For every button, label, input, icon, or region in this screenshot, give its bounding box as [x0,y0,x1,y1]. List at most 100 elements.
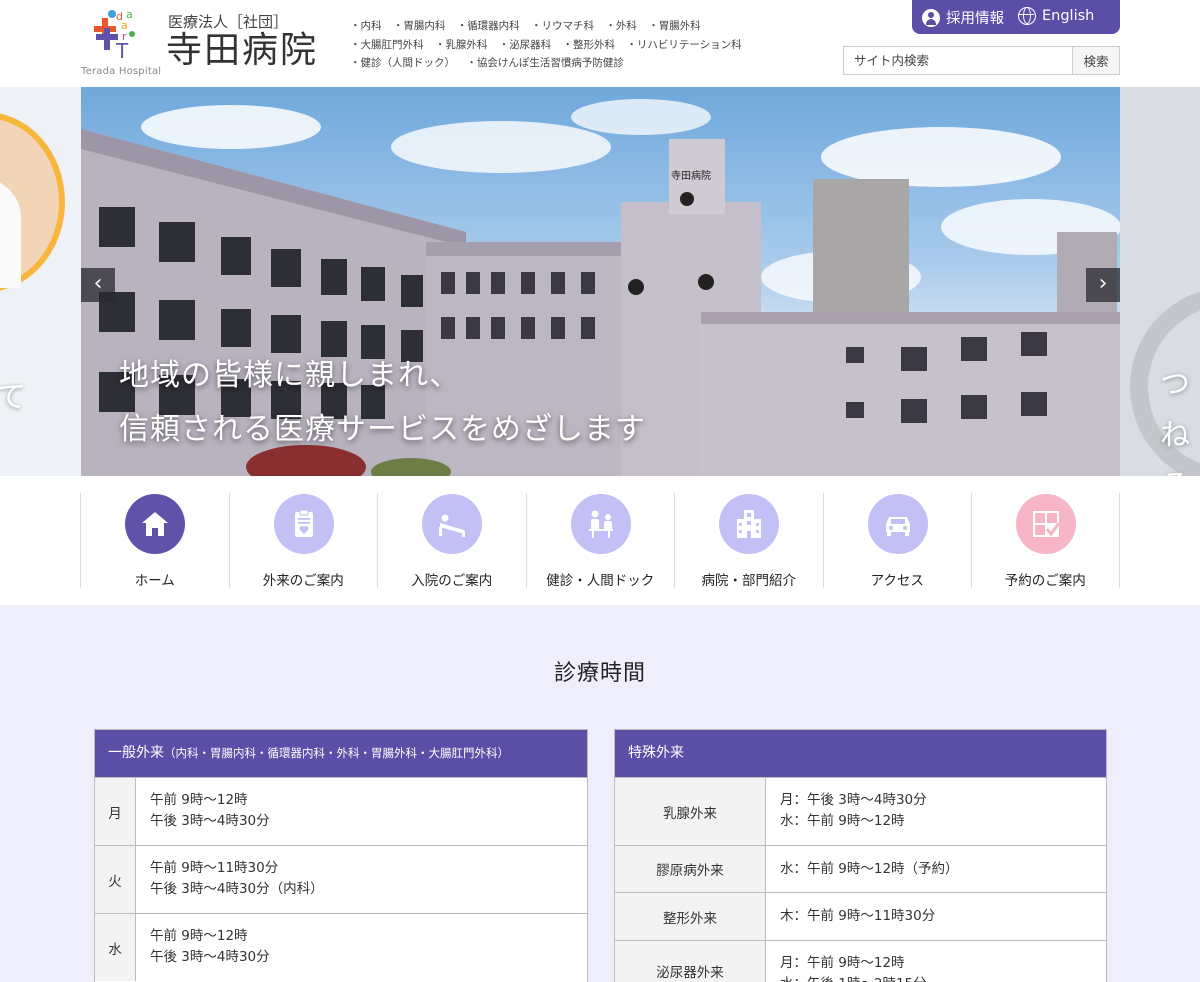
slider-prev-button[interactable]: ‹ [81,268,115,302]
special-outpatient-table: 特殊外来 乳腺外来 月：午後 3時〜4時30分 水：午前 9時〜12時 膠原病外… [614,729,1107,982]
peek-caption: て [0,380,26,415]
nav-item-departments[interactable]: 病院・部門紹介 [674,493,823,589]
hero-slider: 寺田病院 地域の皆様に親しまれ、 信頼される医療サービスをめざします ‹ › [81,87,1120,476]
time-line: 午前 9時〜12時 [150,792,248,808]
section-title: 診療時間 [553,661,646,686]
time-line: 午後 3時〜4時30分 [150,813,270,829]
home-icon [125,494,185,554]
department-row: 健診（人間ドック） 協会けんぽ生活習慣病予防健診 [350,54,750,73]
previous-slide-peek[interactable]: て [0,87,81,476]
dept-link[interactable]: 外科 [605,17,637,36]
time-line: 水：午前 9時〜12時 [780,813,905,829]
dept-link[interactable]: 循環器内科 [457,17,520,36]
nav-label: 外来のご案内 [262,573,344,589]
recruit-label: 採用情報 [946,11,1004,27]
nav-label: アクセス [870,573,924,589]
peek-caption: つね その [1160,359,1200,476]
time-line: 午後 3時〜4時30分（内科） [150,881,324,897]
search-button[interactable]: 検索 [1072,47,1119,74]
nav-item-checkup[interactable]: 健診・人間ドック [525,493,675,589]
staff-photo [0,112,65,292]
time-cell: 午前 9時〜12時 午後 3時〜4時30分 [136,778,284,845]
dept-link[interactable]: 胃腸外科 [648,17,701,36]
nav-item-access[interactable]: アクセス [822,493,972,589]
time-line: 月：午後 3時〜4時30分 [780,792,927,808]
peek-caption-line: つね [1160,367,1190,453]
time-cell: 月：午後 3時〜4時30分 水：午前 9時〜12時 [766,778,941,845]
nav-label: 入院のご案内 [411,573,493,589]
table-row: 水 午前 9時〜12時 午後 3時〜4時30分 [95,913,587,981]
nav-label: 病院・部門紹介 [701,573,797,589]
nav-label: ホーム [134,573,175,589]
table-row: 乳腺外来 月：午後 3時〜4時30分 水：午前 9時〜12時 [615,777,1106,845]
table-row: 整形外来 木：午前 9時〜11時30分 [615,892,1106,940]
table-header: 一般外来（内科・胃腸内科・循環器内科・外科・胃腸外科・大腸肛門外科） [95,730,587,777]
car-icon [867,494,928,554]
nav-item-inpatient[interactable]: 入院のご案内 [377,493,526,589]
search-input[interactable] [844,47,1072,74]
table-header: 特殊外来 [615,730,1106,777]
site-search: 検索 [843,46,1120,75]
dept-link[interactable]: 胃腸内科 [393,17,445,36]
time-line: 木：午前 9時〜11時30分 [780,908,936,924]
time-cell: 午前 9時〜11時30分 午後 3時〜4時30分（内科） [136,846,338,913]
english-link[interactable]: English [1018,7,1094,25]
slider-next-button[interactable]: › [1086,268,1120,302]
day-cell: 月 [95,778,136,845]
logo-english-name: Terada Hospital [81,66,162,77]
logo-subtitle: 医療法人［社団］ [168,13,289,31]
clinic-name-cell: 乳腺外来 [615,778,766,845]
dept-link[interactable]: リハビリテーション科 [626,36,742,55]
hospital-logo-icon[interactable]: d a a r T [90,8,150,66]
clinic-name-cell: 整形外来 [615,893,766,940]
clinic-name-cell: 膠原病外来 [615,846,766,892]
nav-item-reservation[interactable]: 予約のご案内 [971,493,1120,589]
hospital-building-icon [719,494,779,554]
dept-link[interactable]: 健診（人間ドック） [350,54,456,73]
department-list: 内科 胃腸内科 循環器内科 リウマチ科 外科 胃腸外科 大腸肛門外科 乳腺外科 … [350,17,750,73]
doctor-consult-icon [570,494,631,554]
dept-link[interactable]: 乳腺外科 [435,36,487,55]
time-line: 月：午前 9時〜12時 [780,955,905,971]
table-row: 膠原病外来 水：午前 9時〜12時（予約） [615,845,1106,892]
table-header-title: 特殊外来 [628,745,684,761]
bed-patient-icon [422,494,482,554]
table-header-title: 一般外来 [108,745,164,761]
time-cell: 月：午前 9時〜12時 水：午後 1時〜2時15分 [766,941,941,982]
dept-link[interactable]: 内科 [350,17,382,36]
hospital-name[interactable]: 寺田病院 [166,31,318,71]
department-row: 大腸肛門外科 乳腺外科 泌尿器科 整形外科 リハビリテーション科 [350,36,750,55]
site-header: d a a r T Terada Hospital 医療法人［社団］ 寺田病院 … [0,0,1200,87]
dept-link[interactable]: リウマチ科 [531,17,595,36]
time-line: 午前 9時〜12時 [150,928,248,944]
svg-text:T: T [115,39,129,63]
building-sign: 寺田病院 [671,169,711,182]
time-line: 午後 3時〜4時30分 [150,949,270,965]
dept-link[interactable]: 協会けんぽ生活習慣病予防健診 [466,54,624,73]
main-navigation: ホーム 外来のご案内 入院のご案内 健診・人間ドック 病院・部門紹介 アクセス [80,493,1120,589]
nav-item-outpatient[interactable]: 外来のご案内 [228,493,378,589]
nav-label: 予約のご案内 [1004,573,1086,589]
department-row: 内科 胃腸内科 循環器内科 リウマチ科 外科 胃腸外科 [350,17,750,36]
table-row: 泌尿器外来 月：午前 9時〜12時 水：午後 1時〜2時15分 [615,940,1106,982]
next-slide-peek[interactable]: つね その [1120,87,1200,476]
time-line: 水：午前 9時〜12時（予約） [780,860,959,877]
dept-link[interactable]: 泌尿器科 [499,36,551,55]
nav-item-home[interactable]: ホーム [80,493,229,589]
calendar-check-icon [1016,494,1076,554]
day-cell: 火 [95,846,136,913]
dept-link[interactable]: 整形外科 [563,36,615,55]
english-label: English [1042,8,1095,24]
table-header-note: （内科・胃腸内科・循環器内科・外科・胃腸外科・大腸肛門外科） [164,746,509,760]
peek-caption-line: その [1160,461,1200,476]
top-utility-bar: 採用情報 English [912,0,1120,34]
recruit-link[interactable]: 採用情報 [922,7,1004,28]
table-row: 火 午前 9時〜11時30分 午後 3時〜4時30分（内科） [95,845,587,913]
globe-icon [1018,7,1036,25]
day-cell: 水 [95,914,136,981]
time-line: 午前 9時〜11時30分 [150,860,279,876]
dept-link[interactable]: 大腸肛門外科 [350,36,424,55]
time-cell: 水：午前 9時〜12時（予約） [766,846,973,892]
person-icon [922,8,940,27]
time-cell: 午前 9時〜12時 午後 3時〜4時30分 [136,914,284,981]
